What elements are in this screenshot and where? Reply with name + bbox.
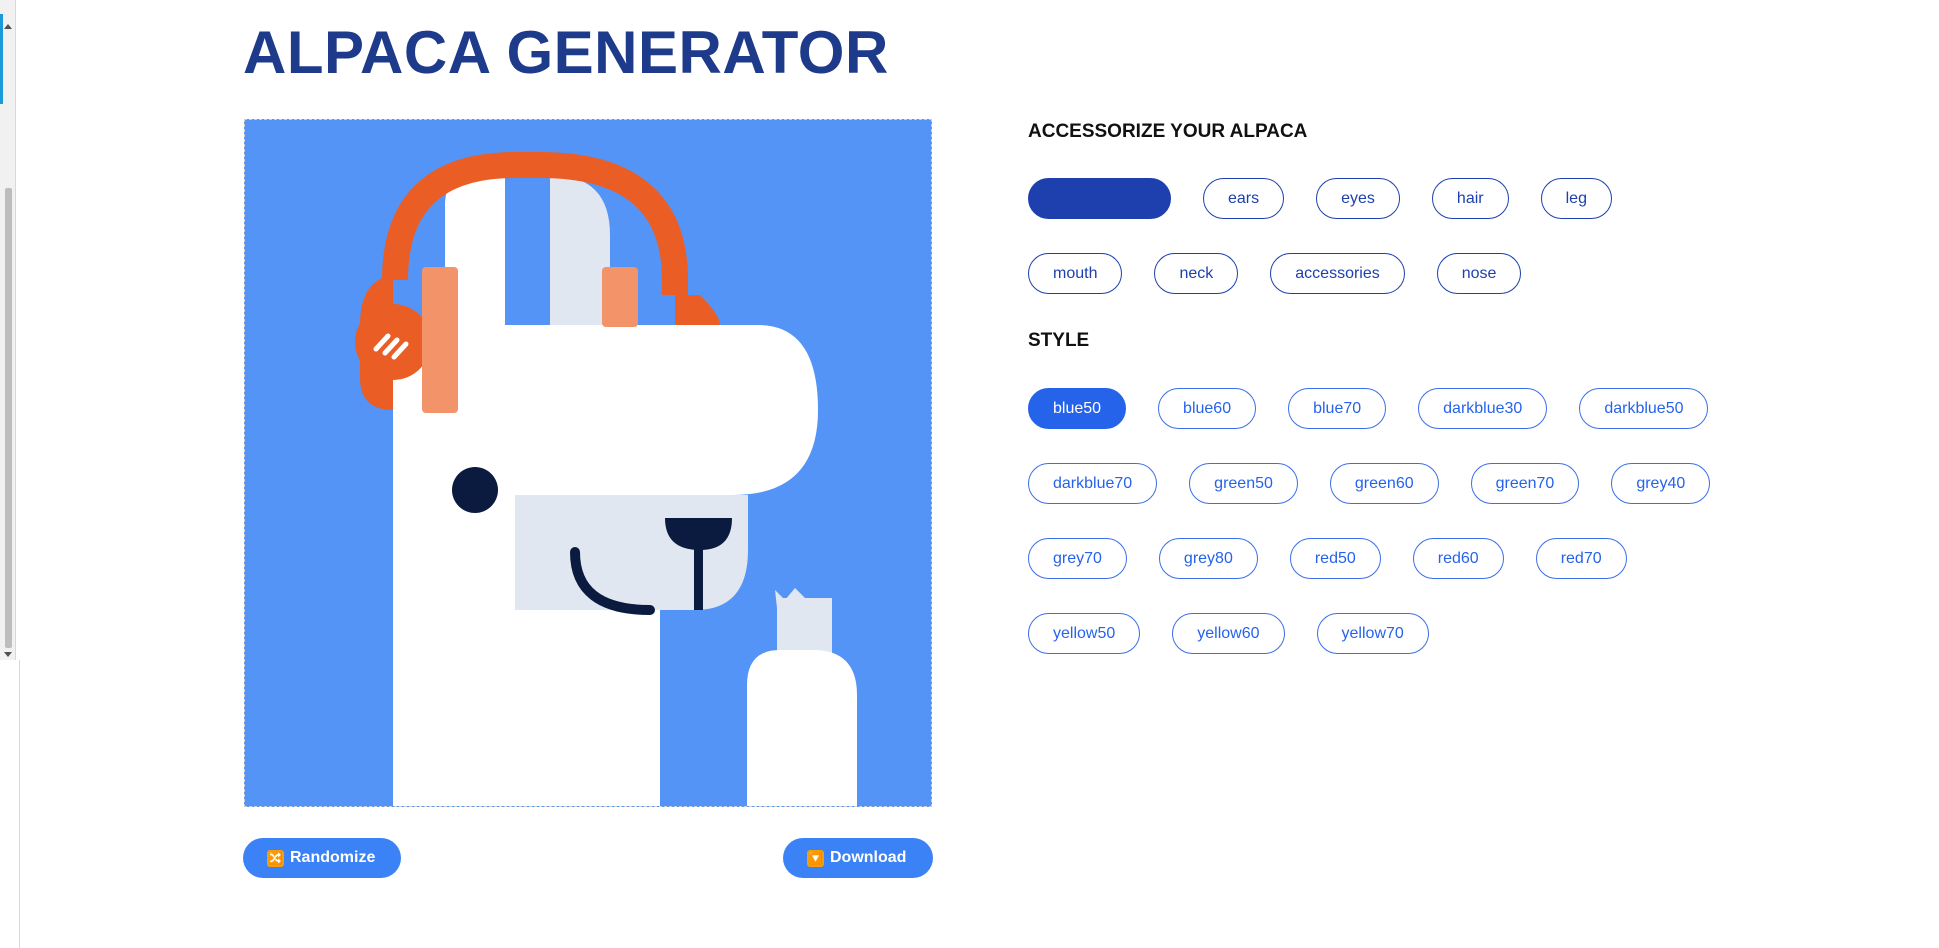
scrollbar[interactable] (0, 0, 16, 660)
accessory-option-nose[interactable]: nose (1436, 253, 1522, 294)
alpaca-preview (244, 119, 932, 807)
style-option-red60[interactable]: red60 (1412, 538, 1504, 579)
accessory-option-hair[interactable]: hair (1431, 178, 1509, 219)
shuffle-icon: 🔀 (267, 849, 284, 867)
page-title: ALPACA GENERATOR (243, 19, 889, 86)
style-option-yellow60[interactable]: yellow60 (1172, 613, 1285, 654)
alpaca-nose-line (694, 545, 703, 610)
alpaca-eye (452, 467, 498, 513)
download-icon: 🔽 (807, 849, 824, 867)
accessory-option-neck[interactable]: neck (1154, 253, 1239, 294)
style-option-blue50[interactable]: blue50 (1028, 388, 1127, 429)
scrollbar-thumb[interactable] (5, 188, 12, 648)
style-option-red50[interactable]: red50 (1289, 538, 1381, 579)
randomize-label: Randomize (290, 849, 376, 866)
alpaca-leg (747, 650, 857, 806)
style-option-red70[interactable]: red70 (1535, 538, 1627, 579)
style-option-grey40[interactable]: grey40 (1611, 463, 1711, 504)
style-option-grey70[interactable]: grey70 (1028, 538, 1127, 579)
accessorize-row-1: ears eyes hair leg (1028, 178, 1644, 219)
alpaca-muzzle (515, 495, 748, 610)
accessory-option-ears[interactable]: ears (1203, 178, 1285, 219)
download-button[interactable]: 🔽 Download (783, 838, 933, 878)
scrollbar-accent (0, 14, 3, 104)
alpaca-right-ear (550, 175, 610, 335)
accessory-option-accessories[interactable]: accessories (1270, 253, 1405, 294)
left-edge-divider (0, 660, 20, 948)
style-option-darkblue50[interactable]: darkblue50 (1579, 388, 1709, 429)
accessorize-row-2: mouth neck accessories nose (1028, 253, 1553, 294)
accessorize-heading: ACCESSORIZE YOUR ALPACA (1028, 121, 1308, 142)
style-row-2: darkblue70 green50 green60 green70 grey4… (1028, 463, 1742, 504)
alpaca-illustration (245, 120, 931, 806)
style-option-yellow50[interactable]: yellow50 (1028, 613, 1141, 654)
style-option-darkblue70[interactable]: darkblue70 (1028, 463, 1158, 504)
accessory-option-selected[interactable] (1028, 178, 1171, 219)
style-option-grey80[interactable]: grey80 (1158, 538, 1258, 579)
style-option-green60[interactable]: green60 (1329, 463, 1439, 504)
style-option-darkblue30[interactable]: darkblue30 (1418, 388, 1548, 429)
scroll-down-arrow-icon[interactable] (4, 652, 12, 657)
style-row-1: blue50 blue60 blue70 darkblue30 darkblue… (1028, 388, 1740, 429)
style-row-4: yellow50 yellow60 yellow70 (1028, 613, 1461, 654)
style-heading: STYLE (1028, 330, 1090, 351)
style-row-3: grey70 grey80 red50 red60 red70 (1028, 538, 1659, 579)
accessory-option-mouth[interactable]: mouth (1028, 253, 1123, 294)
download-label: Download (830, 849, 907, 866)
headphones-right-pad (602, 267, 638, 327)
randomize-button[interactable]: 🔀 Randomize (243, 838, 401, 878)
scroll-up-arrow-icon[interactable] (4, 24, 12, 29)
accessory-option-leg[interactable]: leg (1540, 178, 1612, 219)
style-option-blue70[interactable]: blue70 (1288, 388, 1387, 429)
alpaca-leg-top (777, 598, 832, 653)
style-option-green50[interactable]: green50 (1189, 463, 1298, 504)
style-option-green70[interactable]: green70 (1470, 463, 1580, 504)
style-option-blue60[interactable]: blue60 (1158, 388, 1257, 429)
style-option-yellow70[interactable]: yellow70 (1316, 613, 1429, 654)
accessory-option-eyes[interactable]: eyes (1316, 178, 1400, 219)
headphones-left-pad (422, 267, 458, 413)
